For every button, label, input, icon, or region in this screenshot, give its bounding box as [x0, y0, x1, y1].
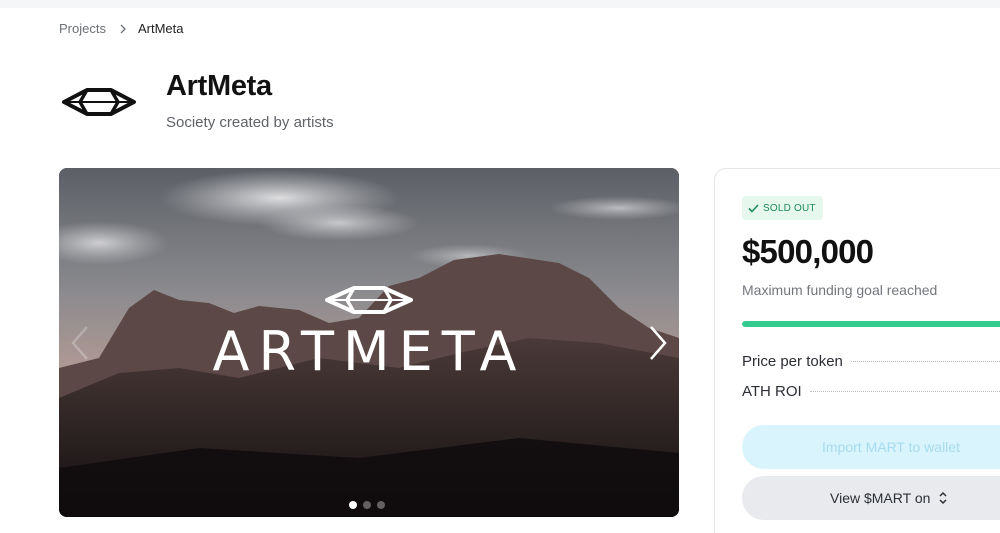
import-to-wallet-button[interactable]: Import MART to wallet	[742, 425, 1000, 469]
import-to-wallet-label: Import MART to wallet	[822, 439, 960, 455]
view-token-on-label: View $MART on	[830, 490, 931, 506]
view-token-on-button[interactable]: View $MART on	[742, 476, 1000, 520]
price-per-token-label: Price per token	[742, 353, 843, 370]
top-bar	[0, 0, 1000, 8]
breadcrumb-projects-link[interactable]: Projects	[59, 21, 106, 36]
funding-progress-bar	[742, 321, 1000, 327]
breadcrumb-current: ArtMeta	[137, 21, 184, 36]
dotted-leader	[809, 391, 1000, 392]
hero-wordmark: ARTMETA	[212, 320, 526, 383]
carousel-dot-1[interactable]	[349, 501, 357, 509]
funding-panel: SOLD OUT $500,000 Maximum funding goal r…	[714, 168, 1000, 533]
dotted-leader	[850, 361, 1000, 362]
breadcrumb: Projects ArtMeta	[59, 21, 183, 36]
check-icon	[748, 203, 759, 213]
page-title: ArtMeta	[166, 70, 272, 102]
carousel-dot-3[interactable]	[377, 501, 385, 509]
project-tagline: Society created by artists	[166, 114, 334, 131]
chevron-right-icon	[120, 24, 126, 33]
status-badge-label: SOLD OUT	[763, 202, 816, 214]
artmeta-diamond-logo-icon	[62, 88, 136, 116]
carousel-indicators	[349, 501, 385, 509]
price-per-token-row: Price per token	[742, 353, 1000, 370]
funding-progress-fill	[742, 321, 1000, 327]
funding-amount: $500,000	[742, 233, 874, 270]
artmeta-hero-logo-icon	[325, 286, 413, 314]
chevron-up-down-icon	[939, 491, 947, 505]
ath-roi-label: ATH ROI	[742, 383, 802, 400]
ath-roi-row: ATH ROI	[742, 383, 1000, 400]
image-carousel[interactable]: ARTMETA	[59, 168, 679, 517]
funding-goal-text: Maximum funding goal reached	[742, 282, 938, 298]
carousel-prev-button[interactable]	[67, 323, 95, 363]
status-badge: SOLD OUT	[742, 196, 823, 220]
carousel-next-button[interactable]	[643, 323, 671, 363]
carousel-dot-2[interactable]	[363, 501, 371, 509]
